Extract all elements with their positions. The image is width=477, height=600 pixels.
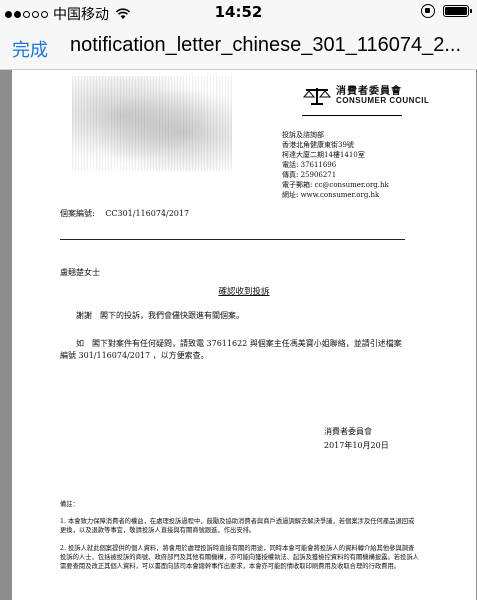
signature-organization: 消費者委員會 <box>324 427 372 436</box>
paragraph-2: 如 閣下對案件有任何疑問，請致電 37611622 與個案主任馮美寶小姐聯絡，並… <box>60 339 402 360</box>
logo-divider <box>302 115 402 116</box>
address-line: 電話: 37611696 <box>282 161 337 169</box>
address-block: 投訴及諮詢部 香港北角健康東街39號 柯達大廈二期14樓1410室 電話: 37… <box>282 130 389 200</box>
scale-icon <box>302 88 332 105</box>
letter-subject: 確認收到投訴 <box>218 287 270 297</box>
paragraph-1: 謝謝 閣下的投訴，我們會儘快跟進有關個案。 <box>76 311 244 320</box>
done-button[interactable]: 完成 <box>12 36 48 62</box>
case-number-label: 個案編號: <box>60 209 95 218</box>
recipient: 盧翹楚女士 <box>60 268 100 277</box>
address-line: 柯達大廈二期14樓1410室 <box>282 151 365 159</box>
rotation-lock-icon <box>421 4 435 18</box>
notes-section: 備註： 1. 本會致力保障消費者的權益，在處理投訴過程中，鼓勵及協助消費者與商戶… <box>60 500 420 580</box>
document-page[interactable]: 消費者委員會 CONSUMER COUNCIL 投訴及諮詢部 香港北角健康東街3… <box>12 70 476 600</box>
letter-date: 2017年10月20日 <box>324 441 389 450</box>
clock: 14:52 <box>214 3 263 21</box>
scan-artifact <box>72 76 232 171</box>
address-line: 投訴及諮詢部 <box>282 131 324 139</box>
navigation-bar: 完成 notification_letter_chinese_301_11607… <box>0 26 477 70</box>
document-title: notification_letter_chinese_301_116074_2… <box>70 34 462 56</box>
signature-block: 消費者委員會 2017年10月20日 <box>324 425 389 453</box>
address-line: 網址: www.consumer.org.hk <box>282 191 380 199</box>
address-line: 香港北角健康東街39號 <box>282 141 354 149</box>
note-1: 1. 本會致力保障消費者的權益，在處理投訴過程中，鼓勵及協助消費者與商戶透過調解… <box>60 518 415 534</box>
case-number-line: 個案編號: CC301/116074/2017 <box>60 208 189 219</box>
status-bar: 中国移动 14:52 <box>0 0 477 26</box>
battery-icon <box>443 5 472 17</box>
case-number-value: CC301/116074/2017 <box>105 209 190 218</box>
address-line: 電子郵箱: cc@consumer.org.hk <box>282 181 389 189</box>
horizontal-divider <box>60 239 405 240</box>
logo-name-english: CONSUMER COUNCIL <box>336 96 430 106</box>
notes-heading: 備註： <box>60 501 79 508</box>
address-line: 傳真: 25906271 <box>282 171 337 179</box>
consumer-council-logo: 消費者委員會 CONSUMER COUNCIL <box>302 85 429 107</box>
note-2: 2. 投訴人就此個案提供的個人資料，將會用於處理投訴時直接有關的用途，同時本會可… <box>60 545 419 570</box>
